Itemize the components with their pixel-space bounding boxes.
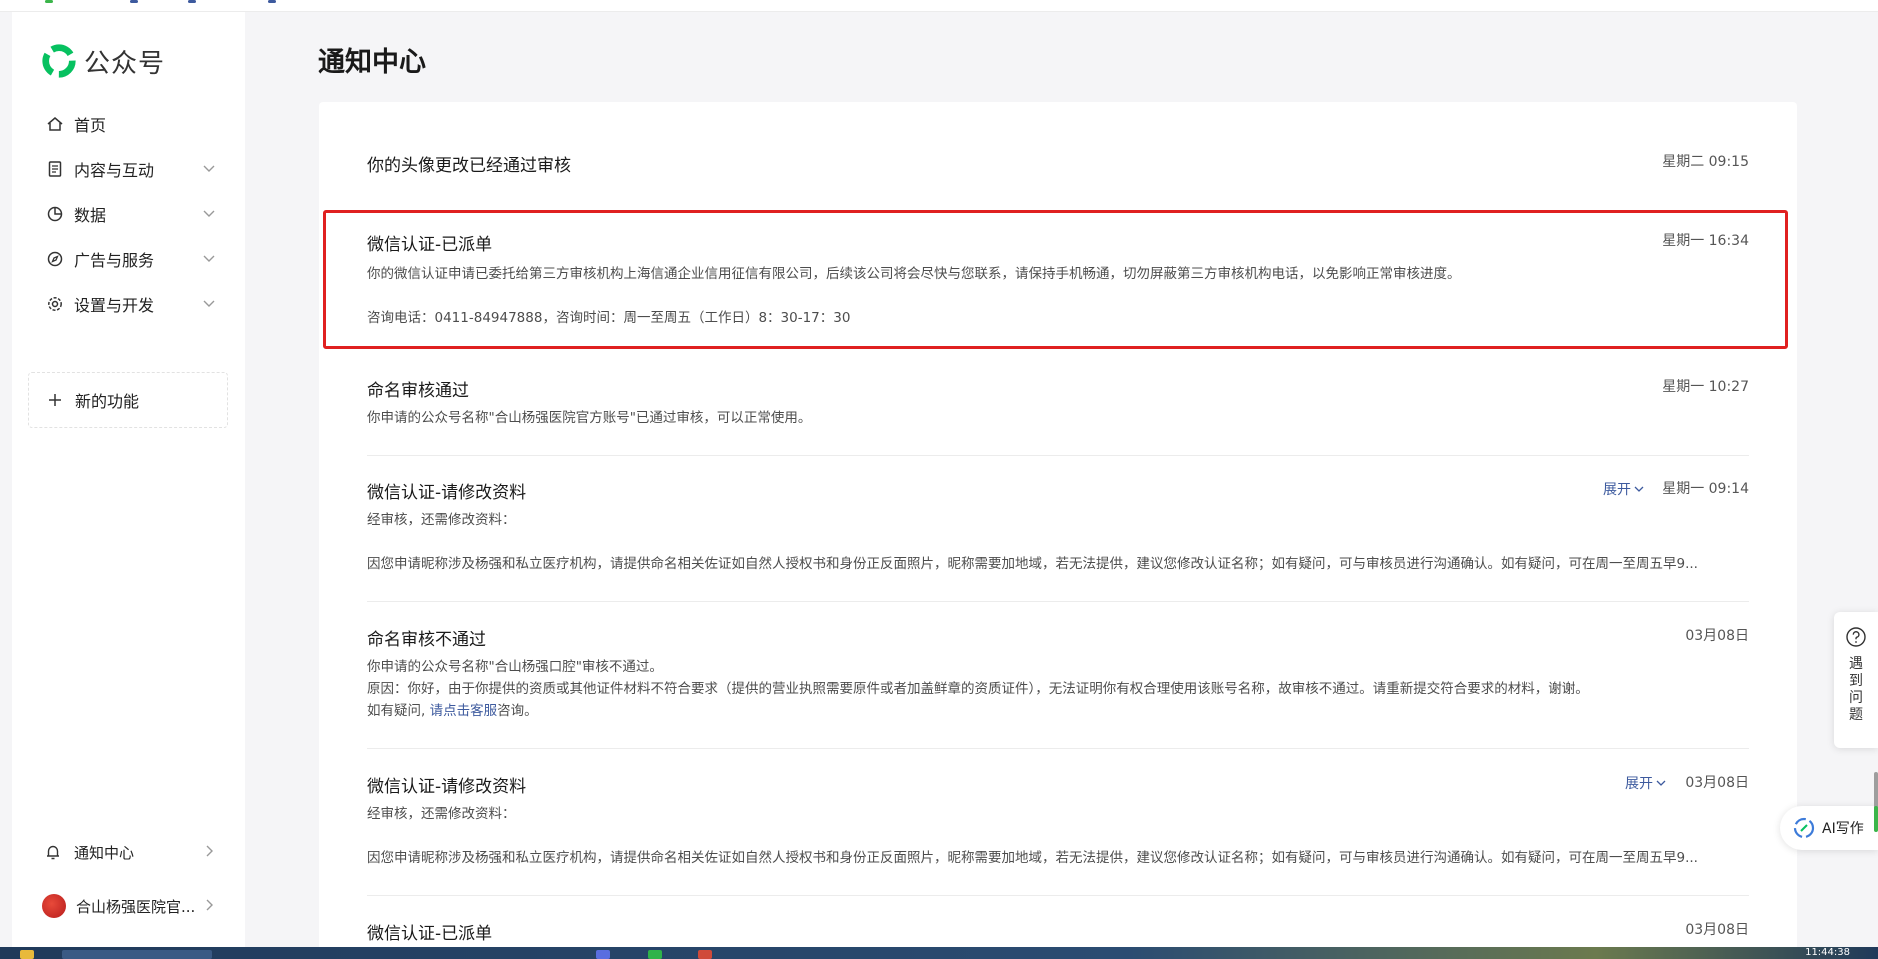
sidebar-item-ads-services[interactable]: 广告与服务 xyxy=(12,237,245,281)
ai-write-label: AI写作 xyxy=(1822,821,1864,837)
question-icon xyxy=(1846,627,1866,647)
notice-body-line: 原因：你好，由于你提供的资质或其他证件材料不符合要求（提供的营业执照需要原件或者… xyxy=(367,681,1589,697)
notice-body-spacer xyxy=(367,531,1749,553)
home-icon xyxy=(47,117,63,131)
sidebar-item-home[interactable]: 首页 xyxy=(12,102,245,146)
taskbar-app-icon[interactable] xyxy=(596,950,610,959)
taskbar-app-icon[interactable] xyxy=(20,950,34,959)
notice-item[interactable]: 微信认证-已派单 星期一 16:34 你的微信认证申请已委托给第三方审核机构上海… xyxy=(367,230,1749,354)
account-menu[interactable]: 合山杨强医院官... xyxy=(12,884,245,928)
taskbar-app-icon[interactable] xyxy=(648,950,662,959)
notice-title: 微信认证-请修改资料 xyxy=(367,483,527,503)
notice-body-line: 你申请的公众号名称"合山杨强口腔"审核不通过。 xyxy=(367,659,663,675)
sidebar-notification-center[interactable]: 通知中心 xyxy=(12,830,245,874)
notice-title: 你的头像更改已经通过审核 xyxy=(367,156,571,176)
notice-item[interactable]: 微信认证-请修改资料 展开 03月08日 经审核，还需修改资料： 因您申请昵称涉… xyxy=(367,772,1749,896)
notice-body-line: 你申请的公众号名称"合山杨强医院官方账号"已通过审核，可以正常使用。 xyxy=(367,410,812,426)
customer-service-link[interactable]: 请点击客服 xyxy=(430,703,498,719)
chevron-down-icon xyxy=(203,300,215,307)
notice-body-line: 你的微信认证申请已委托给第三方审核机构上海信通企业信用征信有限公司，后续该公司将… xyxy=(367,266,1461,282)
notice-item[interactable]: 命名审核通过 星期一 10:27 你申请的公众号名称"合山杨强医院官方账号"已通… xyxy=(367,376,1749,456)
sidebar-item-label: 内容与互动 xyxy=(74,161,155,180)
chevron-down-icon xyxy=(203,255,215,262)
notice-body-line: 咨询电话：0411-84947888，咨询时间：周一至周五（工作日）8：30-1… xyxy=(367,310,851,326)
browser-top-strip xyxy=(0,0,1878,12)
notice-title: 微信认证-请修改资料 xyxy=(367,777,527,797)
notice-contact-line: 如有疑问, 请点击客服咨询。 xyxy=(367,700,1749,722)
help-label: 遇到问题 xyxy=(1849,656,1863,723)
pie-chart-icon xyxy=(47,206,63,222)
notice-body-line: 因您申请昵称涉及杨强和私立医疗机构，请提供命名相关佐证如自然人授权书和身份正反面… xyxy=(367,556,1698,572)
chevron-down-icon xyxy=(203,210,215,217)
side-indicator xyxy=(1874,806,1878,832)
new-feature-button[interactable]: 新的功能 xyxy=(28,372,228,428)
document-icon xyxy=(48,161,62,177)
notice-item[interactable]: 微信认证-请修改资料 展开 星期一 09:14 经审核，还需修改资料： 因您申请… xyxy=(367,478,1749,602)
notice-time: 星期一 10:27 xyxy=(1662,379,1749,395)
notice-body-line: 经审核，还需修改资料： xyxy=(367,512,516,528)
sidebar-item-label: 广告与服务 xyxy=(74,251,155,270)
help-float-button[interactable]: 遇到问题 xyxy=(1834,612,1878,748)
ai-write-button[interactable]: AI写作 xyxy=(1780,806,1878,850)
gear-icon xyxy=(48,297,62,311)
bell-icon xyxy=(47,845,59,860)
notice-item[interactable]: 你的头像更改已经通过审核 星期二 09:15 xyxy=(367,151,1749,203)
wechat-mp-logo-icon xyxy=(42,44,76,78)
app-name: 公众号 xyxy=(84,48,166,79)
notification-center-label: 通知中心 xyxy=(74,843,135,862)
taskbar-app-icon[interactable] xyxy=(698,950,712,959)
chevron-right-icon xyxy=(206,845,213,857)
taskbar-app-icon[interactable] xyxy=(62,950,212,959)
notice-body-spacer xyxy=(367,825,1749,847)
notice-title: 微信认证-已派单 xyxy=(367,235,493,255)
notice-time: 星期一 16:34 xyxy=(1662,233,1749,249)
chevron-down-icon xyxy=(1634,486,1644,492)
sidebar: 公众号 首页 内容与互动 数据 广告与服务 设置与开发 新的功能 通知中心 合山… xyxy=(12,12,245,947)
sidebar-item-label: 数据 xyxy=(74,206,107,225)
notice-body-line: 经审核，还需修改资料： xyxy=(367,806,516,822)
sidebar-item-data[interactable]: 数据 xyxy=(12,192,245,236)
notice-item[interactable]: 命名审核不通过 03月08日 你申请的公众号名称"合山杨强口腔"审核不通过。 原… xyxy=(367,625,1749,749)
tab-icon xyxy=(188,0,196,3)
app-logo[interactable]: 公众号 xyxy=(40,42,165,80)
new-feature-label: 新的功能 xyxy=(75,392,140,411)
contact-suffix: 咨询。 xyxy=(497,703,538,719)
avatar xyxy=(42,894,66,918)
notice-list: 你的头像更改已经通过审核 星期二 09:15 微信认证-已派单 星期一 16:3… xyxy=(319,102,1797,959)
expand-button[interactable]: 展开 xyxy=(1603,479,1645,499)
chevron-down-icon xyxy=(1656,780,1666,786)
sidebar-item-label: 首页 xyxy=(74,116,107,135)
expand-label: 展开 xyxy=(1625,776,1653,792)
account-name: 合山杨强医院官... xyxy=(76,897,196,916)
expand-label: 展开 xyxy=(1603,482,1631,498)
notice-time: 星期一 09:14 xyxy=(1662,481,1749,497)
taskbar-clock: 11:44:38 xyxy=(1805,947,1850,958)
expand-button[interactable]: 展开 xyxy=(1625,773,1667,793)
chevron-right-icon xyxy=(206,899,213,911)
sidebar-item-settings[interactable]: 设置与开发 xyxy=(12,282,245,326)
tab-icon xyxy=(45,0,53,3)
os-taskbar: 11:44:38 xyxy=(0,947,1878,959)
plus-icon xyxy=(49,394,61,406)
contact-prefix: 如有疑问, xyxy=(367,703,430,719)
notice-body-spacer xyxy=(367,285,1749,307)
page-title: 通知中心 xyxy=(318,47,426,78)
tab-icon xyxy=(268,0,276,3)
compass-icon xyxy=(47,251,63,267)
chevron-down-icon xyxy=(203,165,215,172)
sidebar-item-label: 设置与开发 xyxy=(74,296,155,315)
notice-time: 03月08日 xyxy=(1685,922,1749,938)
notice-title: 微信认证-已派单 xyxy=(367,924,493,944)
sidebar-item-content[interactable]: 内容与互动 xyxy=(12,147,245,191)
ai-write-icon xyxy=(1793,817,1815,839)
notice-time: 星期二 09:15 xyxy=(1662,154,1749,170)
notice-time: 03月08日 xyxy=(1685,628,1749,644)
notice-body-line: 因您申请昵称涉及杨强和私立医疗机构，请提供命名相关佐证如自然人授权书和身份正反面… xyxy=(367,850,1698,866)
notice-time: 03月08日 xyxy=(1685,775,1749,791)
tab-icon xyxy=(130,0,138,3)
notice-title: 命名审核不通过 xyxy=(367,630,486,650)
notice-title: 命名审核通过 xyxy=(367,381,469,401)
